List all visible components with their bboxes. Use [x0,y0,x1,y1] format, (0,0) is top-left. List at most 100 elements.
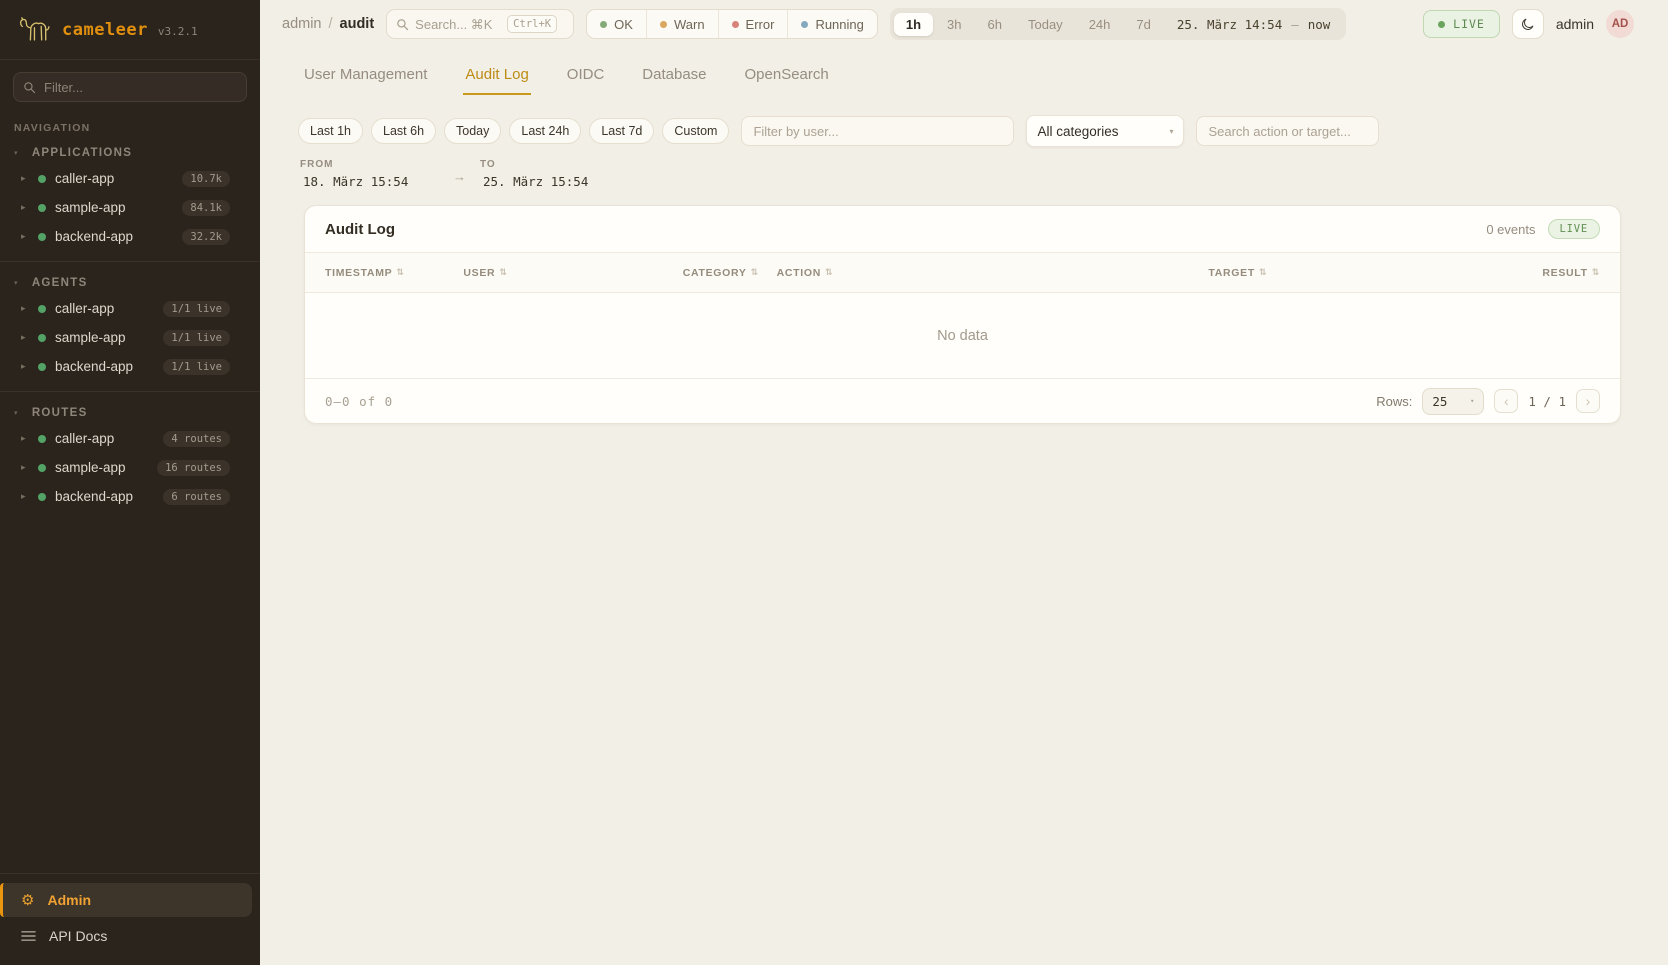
action-target-search-input[interactable] [1196,116,1379,146]
sidebar-item-routes-caller-app[interactable]: ▸ caller-app 4 routes [0,424,260,453]
error-dot [732,21,739,28]
time-range-6h[interactable]: 6h [976,13,1014,36]
expand-caret-icon[interactable]: ▸ [21,433,29,444]
column-header-target[interactable]: TARGET⇅ [1208,267,1542,279]
column-header-category[interactable]: CATEGORY⇅ [683,267,777,279]
sidebar-item-agent-sample-app[interactable]: ▸ sample-app 1/1 live [0,323,260,352]
item-label: caller-app [55,431,114,446]
item-label: caller-app [55,301,114,316]
chip-last-7d[interactable]: Last 7d [589,118,654,144]
time-range-3h[interactable]: 3h [935,13,973,36]
status-dot [38,363,46,371]
tab-oidc[interactable]: OIDC [565,58,607,95]
breadcrumb-parent[interactable]: admin [282,16,322,32]
routes-badge: 4 routes [163,431,230,447]
global-search[interactable]: Ctrl+K [386,9,574,39]
count-badge: 32.2k [182,229,230,245]
chip-last-6h[interactable]: Last 6h [371,118,436,144]
item-label: backend-app [55,489,133,504]
section-header-routes[interactable]: ▾ ROUTES [0,402,260,424]
routes-badge: 6 routes [163,489,230,505]
expand-caret-icon[interactable]: ▸ [21,462,29,473]
column-header-action[interactable]: ACTION⇅ [777,267,1209,279]
filter-by-user-input[interactable] [741,116,1014,146]
global-search-input[interactable] [415,17,501,32]
prev-page-button[interactable]: ‹ [1494,389,1518,413]
status-dot [38,175,46,183]
status-filter-running[interactable]: Running [787,10,876,38]
status-filter-group: OK Warn Error Running [586,9,878,39]
running-dot [801,21,808,28]
to-value[interactable]: 25. März 15:54 [480,174,633,189]
chip-last-24h[interactable]: Last 24h [509,118,581,144]
sidebar-item-backend-app[interactable]: ▸ backend-app 32.2k [0,222,260,251]
rows-per-page-select[interactable]: 25 ▾ [1422,388,1484,415]
chip-custom[interactable]: Custom [662,118,729,144]
chevron-down-icon: ▾ [1169,127,1173,136]
column-header-result[interactable]: RESULT⇅ [1542,267,1600,279]
live-status-badge: LIVE [1548,219,1601,239]
live-badge: 1/1 live [163,359,230,375]
expand-caret-icon[interactable]: ▸ [21,361,29,372]
search-icon [23,81,36,94]
item-label: caller-app [55,171,114,186]
time-range-1h[interactable]: 1h [894,13,933,36]
logo[interactable]: cameleer v3.2.1 [0,0,260,60]
expand-caret-icon[interactable]: ▸ [21,491,29,502]
tab-opensearch[interactable]: OpenSearch [743,58,831,95]
collapse-caret-icon: ▾ [14,279,19,287]
sidebar-item-api-docs[interactable]: API Docs [0,919,252,953]
expand-caret-icon[interactable]: ▸ [21,231,29,242]
section-header-applications[interactable]: ▾ APPLICATIONS [0,142,260,164]
expand-caret-icon[interactable]: ▸ [21,202,29,213]
live-toggle-button[interactable]: LIVE [1423,10,1500,38]
count-badge: 84.1k [182,200,230,216]
tab-database[interactable]: Database [640,58,708,95]
section-routes: ▾ ROUTES ▸ caller-app 4 routes ▸ sample-… [0,391,260,511]
to-field[interactable]: TO 25. März 15:54 [480,159,633,189]
expand-caret-icon[interactable]: ▸ [21,332,29,343]
status-dot [38,334,46,342]
avatar[interactable]: AD [1606,10,1634,38]
status-filter-error[interactable]: Error [718,10,788,38]
expand-caret-icon[interactable]: ▸ [21,173,29,184]
time-display[interactable]: 25. März 14:54 — now [1165,17,1342,32]
from-label: FROM [300,159,453,170]
ok-dot [600,21,607,28]
time-range-7d[interactable]: 7d [1124,13,1162,36]
chevron-down-icon: ▾ [1470,397,1474,405]
column-header-user[interactable]: USER⇅ [463,267,682,279]
chip-today[interactable]: Today [444,118,501,144]
category-select[interactable]: All categories ▾ [1026,115,1184,147]
next-page-button[interactable]: › [1576,389,1600,413]
navigation-label: NAVIGATION [0,108,260,136]
sidebar-item-caller-app[interactable]: ▸ caller-app 10.7k [0,164,260,193]
status-filter-warn[interactable]: Warn [646,10,718,38]
sidebar-item-routes-sample-app[interactable]: ▸ sample-app 16 routes [0,453,260,482]
chip-last-1h[interactable]: Last 1h [298,118,363,144]
events-count: 0 events [1486,222,1535,237]
from-value[interactable]: 18. März 15:54 [300,174,453,189]
section-header-agents[interactable]: ▾ AGENTS [0,272,260,294]
sidebar-filter-input[interactable] [13,72,247,102]
moon-icon [1520,17,1535,32]
column-header-timestamp[interactable]: TIMESTAMP⇅ [325,267,463,279]
from-field[interactable]: FROM 18. März 15:54 [300,159,453,189]
sidebar-item-agent-caller-app[interactable]: ▸ caller-app 1/1 live [0,294,260,323]
sidebar-item-routes-backend-app[interactable]: ▸ backend-app 6 routes [0,482,260,511]
status-dot [38,233,46,241]
tab-audit-log[interactable]: Audit Log [463,58,530,95]
theme-toggle-button[interactable] [1512,9,1544,39]
sidebar-item-agent-backend-app[interactable]: ▸ backend-app 1/1 live [0,352,260,381]
breadcrumb-current: audit [340,16,375,32]
quick-range-chips: Last 1h Last 6h Today Last 24h Last 7d C… [298,118,729,144]
status-filter-ok[interactable]: OK [587,10,646,38]
expand-caret-icon[interactable]: ▸ [21,303,29,314]
sidebar-item-admin[interactable]: ⚙ Admin [0,883,252,917]
table-footer: 0–0 of 0 Rows: 25 ▾ ‹ 1 / 1 › [305,379,1620,423]
tab-user-management[interactable]: User Management [302,58,429,95]
sidebar-item-sample-app[interactable]: ▸ sample-app 84.1k [0,193,260,222]
time-range-24h[interactable]: 24h [1077,13,1123,36]
count-badge: 10.7k [182,171,230,187]
time-range-today[interactable]: Today [1016,13,1075,36]
